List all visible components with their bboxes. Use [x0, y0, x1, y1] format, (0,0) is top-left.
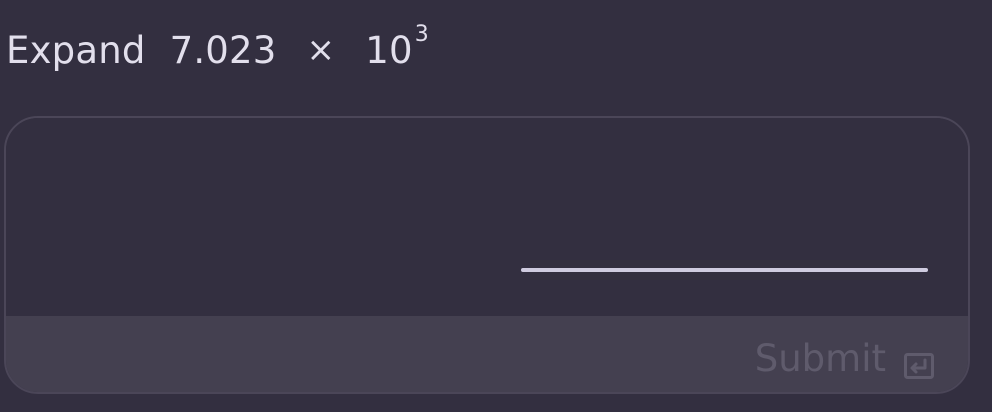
- scientific-notation-expression: 7.023 × 10 3: [169, 22, 429, 72]
- question-prompt: Expand: [6, 28, 146, 72]
- exponent: 3: [414, 21, 429, 47]
- mantissa: 7.023: [169, 28, 277, 72]
- question-text: Expand 7.023 × 10 3: [6, 22, 429, 74]
- submit-button[interactable]: Submit: [755, 334, 934, 382]
- answer-footer: Submit: [6, 316, 968, 392]
- answer-input-area[interactable]: [6, 118, 968, 316]
- answer-card: Submit: [4, 116, 970, 394]
- answer-input-line[interactable]: [521, 268, 928, 272]
- base-number: 10: [365, 28, 413, 72]
- submit-label: Submit: [754, 336, 886, 380]
- enter-key-icon: [904, 345, 934, 379]
- times-symbol: ×: [306, 30, 336, 70]
